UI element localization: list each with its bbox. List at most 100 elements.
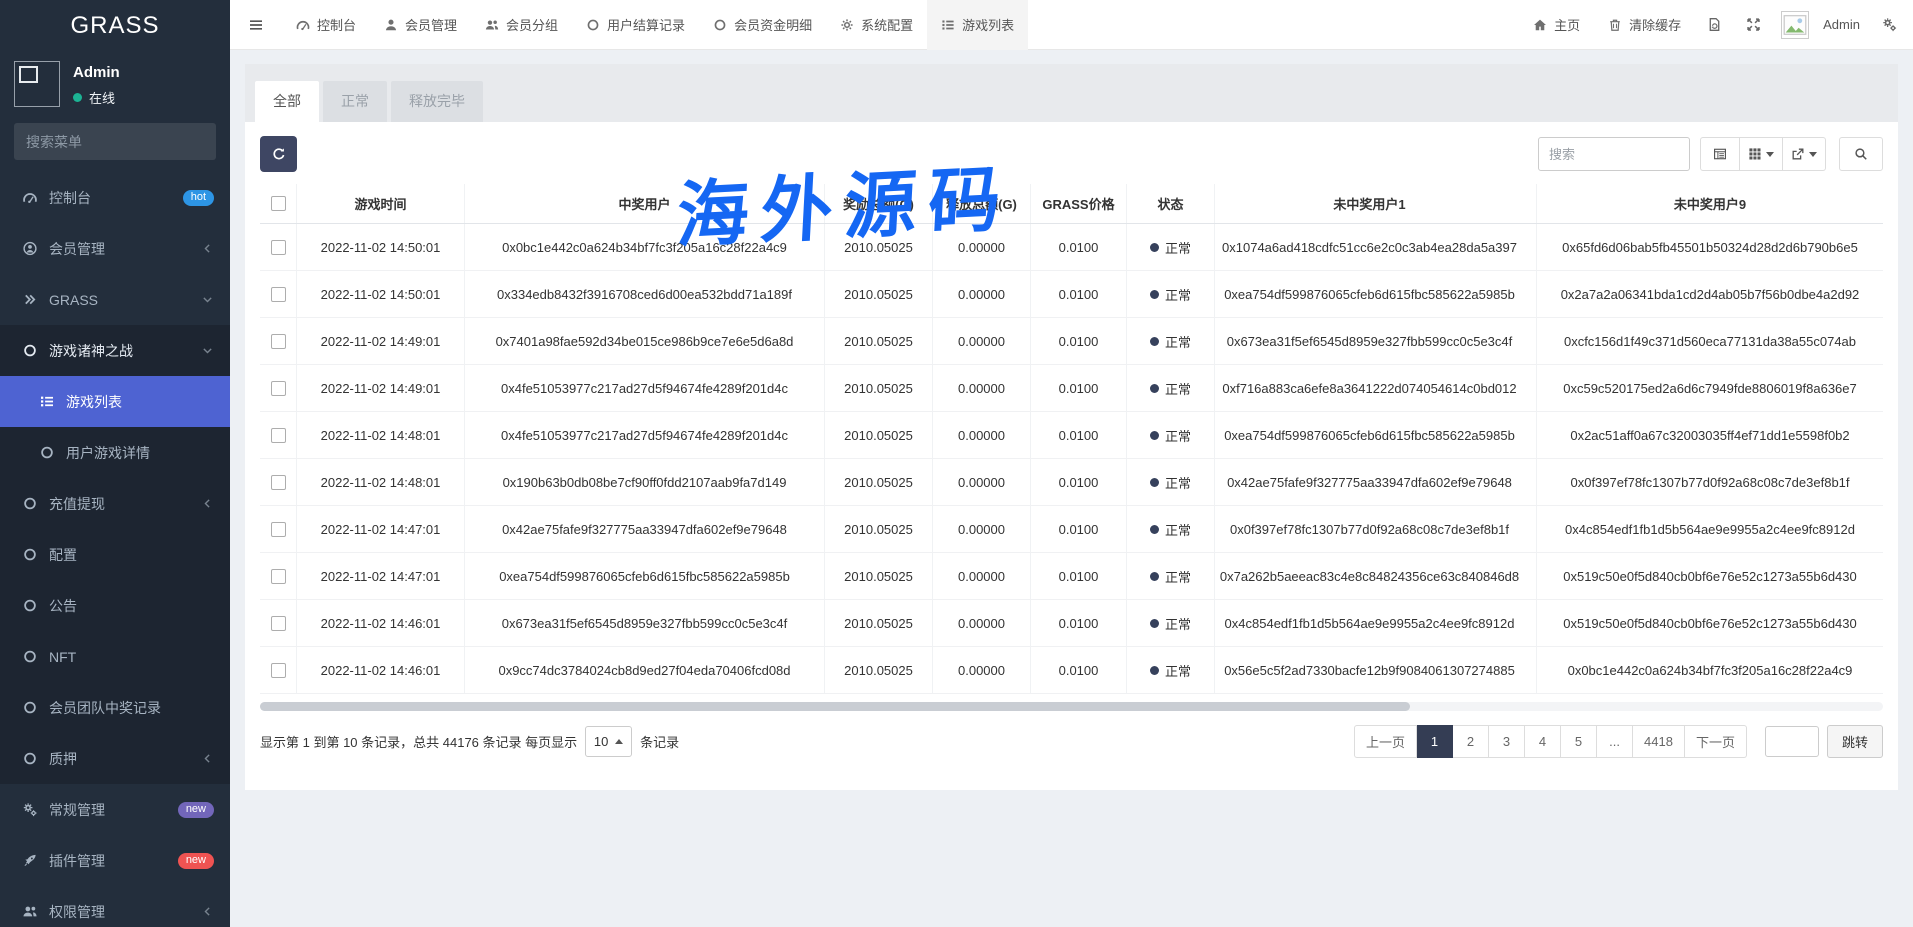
page-button-5[interactable]: 5 [1561, 725, 1597, 758]
gears-icon [1882, 17, 1897, 32]
sidebar-item-user-game[interactable]: 用户游戏详情 [0, 427, 230, 478]
user-avatar[interactable] [14, 61, 60, 107]
admin-menu[interactable]: Admin [1813, 17, 1870, 32]
refresh-button[interactable] [260, 136, 297, 172]
cell-released-amount: 0.00000 [932, 271, 1030, 317]
cell-reward-total: 2010.05025 [824, 224, 932, 270]
fullscreen-button[interactable] [1734, 0, 1773, 50]
row-checkbox[interactable] [271, 381, 286, 396]
sidebar-item-grass[interactable]: GRASS [0, 274, 230, 325]
topnav-item-settlement[interactable]: 用户结算记录 [572, 0, 699, 50]
cell-status: 正常 [1126, 506, 1214, 552]
cell-loser1-address: 0x42ae75fafe9f327775aa33947dfa602ef9e796… [1214, 459, 1524, 505]
menu-search-input[interactable] [26, 134, 207, 150]
topnav-item-label: 游戏列表 [962, 15, 1014, 34]
sidebar-item-label: GRASS [49, 292, 98, 308]
prev-page-button[interactable]: 上一页 [1354, 725, 1417, 758]
page-refresh-icon [1707, 17, 1722, 32]
select-all-checkbox[interactable] [271, 196, 286, 211]
sidebar-item-members[interactable]: 会员管理 [0, 223, 230, 274]
row-checkbox[interactable] [271, 475, 286, 490]
cell-loser1-address: 0x0f397ef78fc1307b77d0f92a68c08c7de3ef8b… [1214, 506, 1524, 552]
cell-game-time: 2022-11-02 14:46:01 [296, 647, 464, 693]
sidebar-item-label: 充值提现 [49, 494, 105, 514]
sidebar-item-addons[interactable]: 插件管理new [0, 835, 230, 886]
table-row: 2022-11-02 14:49:010x4fe51053977c217ad27… [260, 365, 1883, 412]
chevron-down-icon [201, 293, 214, 306]
row-checkbox[interactable] [271, 569, 286, 584]
header-time: 游戏时间 [296, 184, 464, 223]
row-checkbox[interactable] [271, 663, 286, 678]
topnav-item-groups[interactable]: 会员分组 [471, 0, 572, 50]
scrollbar-thumb[interactable] [260, 702, 1410, 711]
admin-avatar[interactable] [1781, 11, 1809, 39]
next-page-button[interactable]: 下一页 [1685, 725, 1747, 758]
cell-grass-price: 0.0100 [1030, 271, 1126, 317]
home-button[interactable]: 主页 [1519, 0, 1594, 50]
toggle-detail-view-button[interactable] [1700, 137, 1740, 171]
pinned-column-gap [1524, 184, 1536, 223]
topnav-item-game-list[interactable]: 游戏列表 [927, 0, 1028, 50]
cell-released-amount: 0.00000 [932, 365, 1030, 411]
tab-normal[interactable]: 正常 [323, 81, 387, 122]
table-search-input[interactable] [1538, 137, 1690, 171]
page-button-1[interactable]: 1 [1417, 725, 1453, 758]
tab-all[interactable]: 全部 [255, 81, 319, 122]
pinned-column-gap [1524, 412, 1536, 458]
row-checkbox[interactable] [271, 287, 286, 302]
settings-button[interactable] [1870, 0, 1909, 50]
sidebar-item-recharge[interactable]: 充值提现 [0, 478, 230, 529]
sidebar-item-nft[interactable]: NFT [0, 631, 230, 682]
page-button-4[interactable]: 4 [1525, 725, 1561, 758]
header-winner: 中奖用户 [464, 184, 824, 223]
page-button-...[interactable]: ... [1597, 725, 1633, 758]
circle-icon [21, 700, 39, 715]
sidebar-item-config[interactable]: 配置 [0, 529, 230, 580]
page-button-4418[interactable]: 4418 [1633, 725, 1685, 758]
topnav-item-members[interactable]: 会员管理 [370, 0, 471, 50]
caret-down-icon [1766, 152, 1774, 157]
row-checkbox[interactable] [271, 616, 286, 631]
page-button-3[interactable]: 3 [1489, 725, 1525, 758]
export-dropdown-button[interactable] [1783, 137, 1826, 171]
sidebar-item-pledge[interactable]: 质押 [0, 733, 230, 784]
refresh-page-button[interactable] [1695, 0, 1734, 50]
cell-winner-address: 0x673ea31f5ef6545d8959e327fbb599cc0c5e3c… [464, 600, 824, 646]
clear-cache-button[interactable]: 清除缓存 [1594, 0, 1695, 50]
jump-page-input[interactable] [1765, 726, 1819, 757]
cell-game-time: 2022-11-02 14:49:01 [296, 318, 464, 364]
cell-released-amount: 0.00000 [932, 318, 1030, 364]
user-circle-icon [21, 241, 39, 256]
per-page-select[interactable]: 10 [585, 726, 632, 757]
sidebar-item-console[interactable]: 控制台hot [0, 172, 230, 223]
header-price: GRASS价格 [1030, 184, 1126, 223]
row-checkbox[interactable] [271, 240, 286, 255]
row-checkbox[interactable] [271, 428, 286, 443]
sidebar-item-announcement[interactable]: 公告 [0, 580, 230, 631]
table-row: 2022-11-02 14:47:010xea754df599876065cfe… [260, 553, 1883, 600]
row-checkbox[interactable] [271, 522, 286, 537]
sidebar-item-auth[interactable]: 权限管理 [0, 886, 230, 927]
topnav-item-console[interactable]: 控制台 [282, 0, 370, 50]
circle-icon [586, 18, 600, 32]
cell-reward-total: 2010.05025 [824, 459, 932, 505]
columns-dropdown-button[interactable] [1740, 137, 1783, 171]
jump-button[interactable]: 跳转 [1827, 725, 1883, 758]
table-row: 2022-11-02 14:49:010x7401a98fae592d34be0… [260, 318, 1883, 365]
sidebar-item-team-prize[interactable]: 会员团队中奖记录 [0, 682, 230, 733]
topnav-item-sysconfig[interactable]: 系统配置 [826, 0, 927, 50]
sidebar-item-game-list[interactable]: 游戏列表 [0, 376, 230, 427]
sidebar-item-game-war[interactable]: 游戏诸神之战 [0, 325, 230, 376]
sidebar-item-label: 权限管理 [49, 902, 105, 922]
pagination-info-text: 显示第 1 到第 10 条记录，总共 44176 条记录 每页显示 [260, 732, 577, 751]
sidebar-toggle-button[interactable] [230, 0, 282, 50]
page-button-2[interactable]: 2 [1453, 725, 1489, 758]
row-checkbox[interactable] [271, 334, 286, 349]
topnav-item-funds[interactable]: 会员资金明细 [699, 0, 826, 50]
brand-logo: GRASS [0, 0, 230, 52]
sidebar-item-general[interactable]: 常规管理new [0, 784, 230, 835]
online-dot [73, 93, 82, 102]
search-button[interactable] [1839, 137, 1883, 171]
tab-released[interactable]: 释放完毕 [391, 81, 483, 122]
cell-game-time: 2022-11-02 14:47:01 [296, 506, 464, 552]
